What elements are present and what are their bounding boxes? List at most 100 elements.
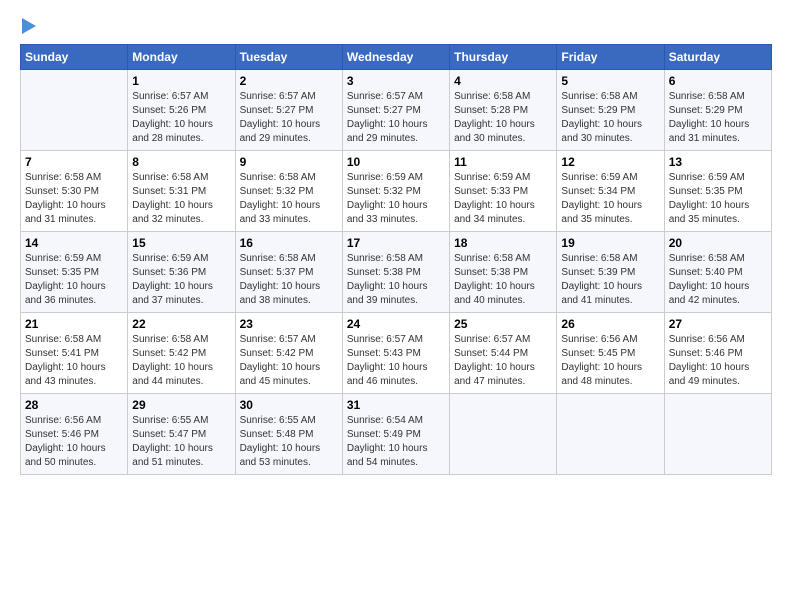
day-cell: 23 Sunrise: 6:57 AM Sunset: 5:42 PM Dayli… bbox=[235, 313, 342, 394]
day-cell: 18Sunrise: 6:58 AM Sunset: 5:38 PM Dayli… bbox=[450, 232, 557, 313]
day-number: 10 bbox=[347, 155, 445, 169]
day-cell: 8 Sunrise: 6:58 AM Sunset: 5:31 PM Daylig… bbox=[128, 151, 235, 232]
day-info: Sunrise: 6:58 AM Sunset: 5:39 PM Dayligh… bbox=[561, 252, 659, 308]
day-info: Sunrise: 6:58 AM Sunset: 5:37 PM Dayligh… bbox=[240, 252, 338, 308]
day-info: Sunrise: 6:57 AM Sunset: 5:26 PM Dayligh… bbox=[132, 90, 230, 146]
day-number: 14 bbox=[25, 236, 123, 250]
day-info: Sunrise: 6:56 AM Sunset: 5:45 PM Dayligh… bbox=[561, 333, 659, 389]
day-cell: 13 Sunrise: 6:59 AM Sunset: 5:35 PM Dayli… bbox=[664, 151, 771, 232]
day-number: 6 bbox=[669, 74, 767, 88]
week-row-1: 1 Sunrise: 6:57 AM Sunset: 5:26 PM Daylig… bbox=[21, 70, 772, 151]
day-number: 7 bbox=[25, 155, 123, 169]
day-number: 31 bbox=[347, 398, 445, 412]
day-number: 2 bbox=[240, 74, 338, 88]
day-cell bbox=[450, 394, 557, 475]
day-info: Sunrise: 6:59 AM Sunset: 5:35 PM Dayligh… bbox=[669, 171, 767, 227]
day-cell: 11Sunrise: 6:59 AM Sunset: 5:33 PM Dayli… bbox=[450, 151, 557, 232]
day-number: 26 bbox=[561, 317, 659, 331]
day-number: 23 bbox=[240, 317, 338, 331]
day-number: 30 bbox=[240, 398, 338, 412]
calendar-table: SundayMondayTuesdayWednesdayThursdayFrid… bbox=[20, 44, 772, 475]
day-number: 5 bbox=[561, 74, 659, 88]
day-cell: 2 Sunrise: 6:57 AM Sunset: 5:27 PM Daylig… bbox=[235, 70, 342, 151]
day-info: Sunrise: 6:57 AM Sunset: 5:44 PM Dayligh… bbox=[454, 333, 552, 389]
header-cell-monday: Monday bbox=[128, 45, 235, 70]
day-info: Sunrise: 6:58 AM Sunset: 5:38 PM Dayligh… bbox=[454, 252, 552, 308]
day-cell: 3Sunrise: 6:57 AM Sunset: 5:27 PM Daylig… bbox=[342, 70, 449, 151]
day-info: Sunrise: 6:58 AM Sunset: 5:32 PM Dayligh… bbox=[240, 171, 338, 227]
day-info: Sunrise: 6:58 AM Sunset: 5:42 PM Dayligh… bbox=[132, 333, 230, 389]
day-cell: 6Sunrise: 6:58 AM Sunset: 5:29 PM Daylig… bbox=[664, 70, 771, 151]
day-info: Sunrise: 6:55 AM Sunset: 5:48 PM Dayligh… bbox=[240, 414, 338, 470]
header-row: SundayMondayTuesdayWednesdayThursdayFrid… bbox=[21, 45, 772, 70]
day-cell: 12 Sunrise: 6:59 AM Sunset: 5:34 PM Dayli… bbox=[557, 151, 664, 232]
day-cell: 7 Sunrise: 6:58 AM Sunset: 5:30 PM Daylig… bbox=[21, 151, 128, 232]
day-cell: 26 Sunrise: 6:56 AM Sunset: 5:45 PM Dayli… bbox=[557, 313, 664, 394]
day-number: 21 bbox=[25, 317, 123, 331]
day-info: Sunrise: 6:57 AM Sunset: 5:27 PM Dayligh… bbox=[240, 90, 338, 146]
day-number: 20 bbox=[669, 236, 767, 250]
day-cell: 5 Sunrise: 6:58 AM Sunset: 5:29 PM Daylig… bbox=[557, 70, 664, 151]
day-info: Sunrise: 6:56 AM Sunset: 5:46 PM Dayligh… bbox=[25, 414, 123, 470]
day-info: Sunrise: 6:58 AM Sunset: 5:40 PM Dayligh… bbox=[669, 252, 767, 308]
day-info: Sunrise: 6:54 AM Sunset: 5:49 PM Dayligh… bbox=[347, 414, 445, 470]
day-number: 24 bbox=[347, 317, 445, 331]
logo-arrow-icon bbox=[22, 18, 36, 34]
day-number: 1 bbox=[132, 74, 230, 88]
day-number: 12 bbox=[561, 155, 659, 169]
day-cell: 29Sunrise: 6:55 AM Sunset: 5:47 PM Dayli… bbox=[128, 394, 235, 475]
week-row-4: 21Sunrise: 6:58 AM Sunset: 5:41 PM Dayli… bbox=[21, 313, 772, 394]
header-cell-tuesday: Tuesday bbox=[235, 45, 342, 70]
day-info: Sunrise: 6:58 AM Sunset: 5:31 PM Dayligh… bbox=[132, 171, 230, 227]
day-number: 9 bbox=[240, 155, 338, 169]
day-number: 19 bbox=[561, 236, 659, 250]
day-number: 4 bbox=[454, 74, 552, 88]
day-cell: 27 Sunrise: 6:56 AM Sunset: 5:46 PM Dayli… bbox=[664, 313, 771, 394]
day-info: Sunrise: 6:59 AM Sunset: 5:35 PM Dayligh… bbox=[25, 252, 123, 308]
day-number: 15 bbox=[132, 236, 230, 250]
day-number: 25 bbox=[454, 317, 552, 331]
day-number: 17 bbox=[347, 236, 445, 250]
header-cell-thursday: Thursday bbox=[450, 45, 557, 70]
header-cell-saturday: Saturday bbox=[664, 45, 771, 70]
day-cell bbox=[21, 70, 128, 151]
day-info: Sunrise: 6:55 AM Sunset: 5:47 PM Dayligh… bbox=[132, 414, 230, 470]
header-cell-sunday: Sunday bbox=[21, 45, 128, 70]
logo bbox=[20, 18, 36, 34]
page: SundayMondayTuesdayWednesdayThursdayFrid… bbox=[0, 0, 792, 485]
day-info: Sunrise: 6:58 AM Sunset: 5:29 PM Dayligh… bbox=[561, 90, 659, 146]
day-cell bbox=[664, 394, 771, 475]
day-cell: 31 Sunrise: 6:54 AM Sunset: 5:49 PM Dayli… bbox=[342, 394, 449, 475]
day-cell: 17Sunrise: 6:58 AM Sunset: 5:38 PM Dayli… bbox=[342, 232, 449, 313]
day-info: Sunrise: 6:59 AM Sunset: 5:33 PM Dayligh… bbox=[454, 171, 552, 227]
day-cell: 30 Sunrise: 6:55 AM Sunset: 5:48 PM Dayli… bbox=[235, 394, 342, 475]
day-info: Sunrise: 6:57 AM Sunset: 5:43 PM Dayligh… bbox=[347, 333, 445, 389]
day-number: 28 bbox=[25, 398, 123, 412]
day-info: Sunrise: 6:59 AM Sunset: 5:32 PM Dayligh… bbox=[347, 171, 445, 227]
day-cell bbox=[557, 394, 664, 475]
day-info: Sunrise: 6:57 AM Sunset: 5:42 PM Dayligh… bbox=[240, 333, 338, 389]
day-info: Sunrise: 6:59 AM Sunset: 5:34 PM Dayligh… bbox=[561, 171, 659, 227]
day-number: 8 bbox=[132, 155, 230, 169]
day-cell: 16 Sunrise: 6:58 AM Sunset: 5:37 PM Dayli… bbox=[235, 232, 342, 313]
day-cell: 21Sunrise: 6:58 AM Sunset: 5:41 PM Dayli… bbox=[21, 313, 128, 394]
header-cell-friday: Friday bbox=[557, 45, 664, 70]
day-cell: 28 Sunrise: 6:56 AM Sunset: 5:46 PM Dayli… bbox=[21, 394, 128, 475]
day-number: 13 bbox=[669, 155, 767, 169]
day-cell: 14 Sunrise: 6:59 AM Sunset: 5:35 PM Dayli… bbox=[21, 232, 128, 313]
day-number: 16 bbox=[240, 236, 338, 250]
day-cell: 9 Sunrise: 6:58 AM Sunset: 5:32 PM Daylig… bbox=[235, 151, 342, 232]
day-info: Sunrise: 6:58 AM Sunset: 5:30 PM Dayligh… bbox=[25, 171, 123, 227]
day-cell: 19 Sunrise: 6:58 AM Sunset: 5:39 PM Dayli… bbox=[557, 232, 664, 313]
day-cell: 24 Sunrise: 6:57 AM Sunset: 5:43 PM Dayli… bbox=[342, 313, 449, 394]
week-row-2: 7 Sunrise: 6:58 AM Sunset: 5:30 PM Daylig… bbox=[21, 151, 772, 232]
header bbox=[20, 18, 772, 34]
day-cell: 22Sunrise: 6:58 AM Sunset: 5:42 PM Dayli… bbox=[128, 313, 235, 394]
day-cell: 1 Sunrise: 6:57 AM Sunset: 5:26 PM Daylig… bbox=[128, 70, 235, 151]
day-number: 3 bbox=[347, 74, 445, 88]
day-number: 27 bbox=[669, 317, 767, 331]
week-row-5: 28 Sunrise: 6:56 AM Sunset: 5:46 PM Dayli… bbox=[21, 394, 772, 475]
day-cell: 10 Sunrise: 6:59 AM Sunset: 5:32 PM Dayli… bbox=[342, 151, 449, 232]
day-info: Sunrise: 6:58 AM Sunset: 5:28 PM Dayligh… bbox=[454, 90, 552, 146]
day-info: Sunrise: 6:56 AM Sunset: 5:46 PM Dayligh… bbox=[669, 333, 767, 389]
